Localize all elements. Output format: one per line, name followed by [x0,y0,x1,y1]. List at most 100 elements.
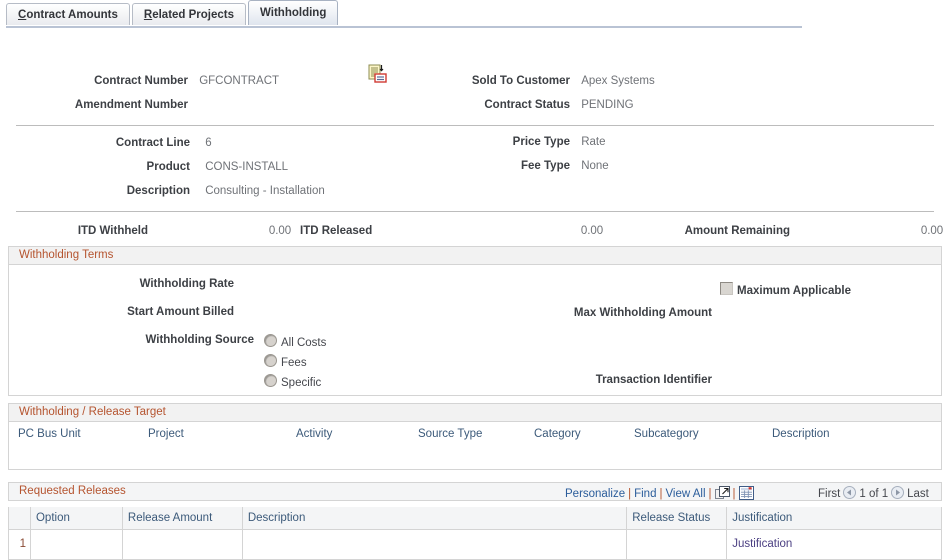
next-page-arrow-icon[interactable] [891,486,905,499]
withholding-terms-title: Withholding Terms [19,249,114,261]
field-description: Description Consulting - Installation [0,185,325,197]
tab-contract-amounts[interactable]: Contract Amounts [6,3,130,25]
toolbar-separator-4: | [732,488,736,500]
field-sold-to-customer: Sold To Customer Apex Systems [370,75,655,87]
requested-releases-band: Requested Releases Personalize | Find | View… [8,482,942,501]
contract-line-value: 6 [205,137,212,149]
withholding-terms-band: Withholding Terms [8,246,942,265]
requested-releases-grid: Option Release Amount Description Releas… [8,507,942,560]
grid-header-row: Option Release Amount Description Releas… [8,507,942,530]
table-row: 1 Justification [8,528,942,560]
download-to-spreadsheet-icon[interactable] [738,486,754,503]
column-header-source-type[interactable]: Source Type [418,428,482,440]
radio-option-specific[interactable]: Specific [264,374,321,389]
personalize-link[interactable]: Personalize [565,488,625,500]
tab-withholding-label: Withholding [260,7,327,19]
divider-line-block [16,211,934,212]
field-itd-released: ITD Released 0.00 [300,225,603,237]
max-withholding-amount-label: Max Withholding Amount [573,307,712,319]
radio-option-fees[interactable]: Fees [264,354,307,369]
column-header-project[interactable]: Project [148,428,184,440]
previous-page-arrow-icon[interactable] [843,486,857,499]
grid-header-description[interactable]: Description [241,507,628,530]
field-withholding-rate: Withholding Rate [0,278,247,290]
field-amendment-number: Amendment Number [0,99,199,111]
tab-related-projects-accel: R [143,9,153,21]
toolbar-separator-1: | [628,488,632,500]
price-type-label: Price Type [512,136,570,148]
tab-related-projects-label: elated Projects [152,9,235,21]
tab-withholding[interactable]: Withholding [248,0,339,25]
contract-status-value: PENDING [581,99,634,111]
amount-remaining-value: 0.00 [920,225,944,237]
field-product: Product CONS-INSTALL [0,161,289,173]
price-type-value: Rate [581,136,606,148]
divider-header [16,125,934,126]
field-start-amount-billed: Start Amount Billed [0,306,247,318]
grid-header-release-amount[interactable]: Release Amount [121,507,243,530]
find-link[interactable]: Find [634,488,656,500]
tab-strip: Contract Amounts Related Projects Withhold… [0,0,950,28]
grid-toolbar: Personalize | Find | View All | | [565,486,754,503]
contract-line-label: Contract Line [115,137,190,149]
grid-header-release-status[interactable]: Release Status [626,507,728,530]
column-header-activity[interactable]: Activity [296,428,332,440]
withholding-source-label: Withholding Source [145,334,255,346]
column-header-category[interactable]: Category [534,428,581,440]
withholding-rate-label: Withholding Rate [139,278,234,290]
cell-justification[interactable]: Justification [726,528,942,560]
tab-contract-amounts-label: ontract Amounts [26,9,118,21]
maximum-applicable-checkbox[interactable] [720,282,733,295]
field-itd-withheld: ITD Withheld 0.00 [0,225,291,237]
amount-remaining-label: Amount Remaining [684,225,790,237]
expand-all-icon[interactable] [714,486,730,503]
itd-released-value: 0.00 [580,225,604,237]
grid-header-option[interactable]: Option [29,507,123,530]
transaction-identifier-label: Transaction Identifier [595,374,712,386]
radio-all-costs-label: All Costs [281,337,327,349]
cell-release-status [626,528,728,560]
start-amount-billed-label: Start Amount Billed [127,306,234,318]
field-transaction-identifier: Transaction Identifier [420,374,725,386]
requested-releases-title: Requested Releases [19,485,126,497]
field-fee-type: Fee Type None [370,160,609,172]
tab-related-projects[interactable]: Related Projects [131,3,247,25]
field-contract-line: Contract Line 6 [0,137,212,149]
release-target-band: Withholding / Release Target [8,403,942,422]
radio-fees-input[interactable] [264,354,277,367]
row-number: 1 [8,528,31,560]
cell-description[interactable] [241,528,628,560]
release-target-title: Withholding / Release Target [19,406,166,418]
radio-option-all-costs[interactable]: All Costs [264,334,326,349]
pager-count: 1 of 1 [859,488,889,500]
pager-last-label[interactable]: Last [907,488,929,500]
justification-link[interactable]: Justification [732,538,792,550]
radio-fees-label: Fees [281,357,307,369]
pager-first-label[interactable]: First [818,488,840,500]
description-value: Consulting - Installation [205,185,325,197]
column-header-pc-bus-unit[interactable]: PC Bus Unit [18,428,81,440]
field-contract-number: Contract Number GFCONTRACT [0,75,279,87]
radio-specific-label: Specific [281,377,322,389]
view-all-link[interactable]: View All [665,488,705,500]
maximum-applicable-label: Maximum Applicable [737,285,851,297]
sold-to-customer-label: Sold To Customer [471,75,570,87]
toolbar-separator-2: | [659,488,663,500]
itd-released-label: ITD Released [300,225,373,237]
contract-status-label: Contract Status [484,99,570,111]
cell-release-amount[interactable] [121,528,243,560]
product-value: CONS-INSTALL [205,161,289,173]
field-price-type: Price Type Rate [370,136,606,148]
cell-option[interactable] [29,528,123,560]
column-header-description[interactable]: Description [772,428,830,440]
field-withholding-source: Withholding Source [0,334,255,346]
contract-number-value: GFCONTRACT [199,75,280,87]
grid-header-justification[interactable]: Justification [726,507,942,530]
itd-withheld-label: ITD Withheld [77,225,148,237]
column-header-subcategory[interactable]: Subcategory [634,428,699,440]
sold-to-customer-value: Apex Systems [581,75,655,87]
field-max-withholding-amount: Max Withholding Amount [420,307,725,319]
radio-all-costs-input[interactable] [264,334,277,347]
checkbox-maximum-applicable[interactable]: Maximum Applicable [720,282,851,297]
radio-specific-input[interactable] [264,374,277,387]
